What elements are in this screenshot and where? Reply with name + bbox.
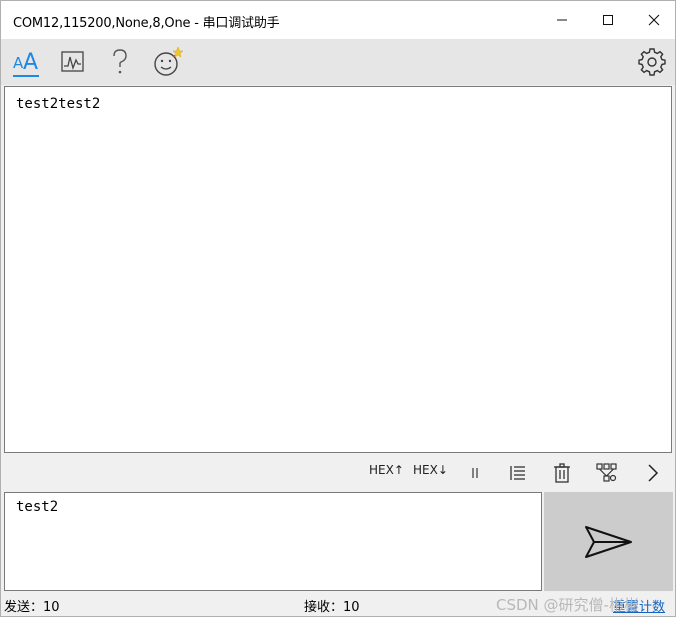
gear-icon: [638, 48, 666, 76]
tab-chart-mode[interactable]: [56, 45, 90, 79]
send-text: test2: [16, 499, 59, 515]
app-window: COM12,115200,None,8,One - 串口调试助手 A A tes…: [0, 0, 676, 617]
close-button[interactable]: [631, 1, 675, 39]
hex-receive-toggle[interactable]: HEX↓: [413, 463, 448, 477]
receive-text: test2test2: [16, 96, 101, 112]
watermark: CSDN @研究僧-彬彬: [496, 596, 639, 614]
help-button[interactable]: [103, 45, 137, 79]
close-icon: [648, 14, 660, 26]
maximize-icon: [603, 15, 613, 25]
maximize-button[interactable]: [585, 1, 631, 39]
list-button[interactable]: [506, 461, 530, 485]
emoji-button[interactable]: [151, 45, 185, 79]
settings-button[interactable]: [635, 45, 669, 79]
send-arrow-icon: [584, 525, 632, 558]
trash-icon: [554, 463, 570, 483]
received-count: 接收：10: [304, 600, 360, 615]
expand-button[interactable]: [641, 461, 665, 485]
tab-text-mode[interactable]: A A: [9, 45, 43, 79]
network-icon: [596, 463, 617, 482]
pause-icon: [472, 468, 478, 478]
sent-count: 发送：10: [4, 600, 60, 615]
emoji-icon: [154, 46, 184, 76]
svg-text:A: A: [23, 50, 38, 75]
chevron-right-icon: [648, 464, 659, 482]
help-icon: [113, 49, 127, 74]
minimize-icon: [557, 19, 567, 21]
chart-icon: [61, 51, 84, 72]
clear-button[interactable]: [550, 461, 574, 485]
receive-area[interactable]: test2test2: [4, 86, 672, 453]
title-bar: COM12,115200,None,8,One - 串口调试助手: [1, 1, 675, 39]
toolbar: A A: [1, 39, 675, 85]
minimize-button[interactable]: [539, 1, 585, 39]
font-icon: A A: [13, 50, 39, 77]
connection-button[interactable]: [595, 461, 619, 485]
pause-button[interactable]: [463, 461, 487, 485]
window-title: COM12,115200,None,8,One - 串口调试助手: [13, 16, 280, 31]
send-input[interactable]: test2: [4, 492, 542, 591]
send-button[interactable]: [544, 492, 673, 591]
action-bar: HEX↑ HEX↓: [1, 455, 675, 491]
list-icon: [510, 466, 525, 480]
hex-send-toggle[interactable]: HEX↑: [369, 463, 404, 477]
